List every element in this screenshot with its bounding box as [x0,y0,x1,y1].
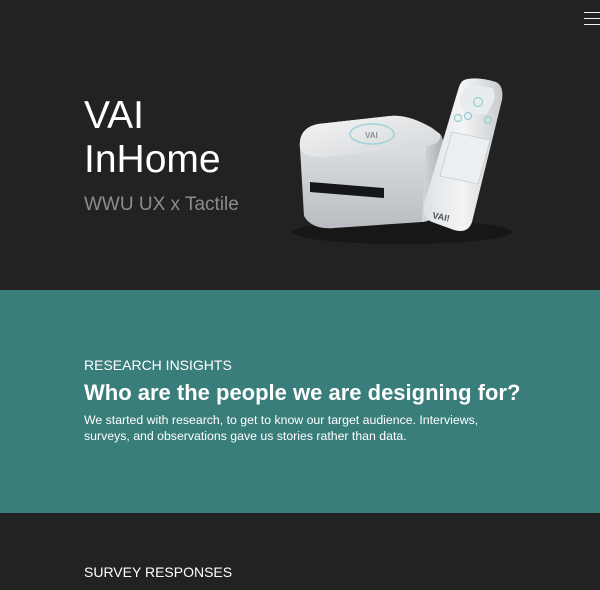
hero-subtitle: WWU UX x Tactile [84,194,239,215]
survey-section: SURVEY RESPONSES [0,513,600,590]
research-section: RESEARCH INSIGHTS Who are the people we … [0,290,600,513]
set-top-box: VAI [299,115,444,229]
hero-title: VAI InHome [84,94,221,182]
page: VAI InHome WWU UX x Tactile VAI VAI! RES… [0,0,600,590]
research-heading: Who are the people we are designing for? [84,380,521,405]
hamburger-menu-icon[interactable] [584,10,600,26]
research-eyebrow: RESEARCH INSIGHTS [84,357,232,373]
hero-section: VAI InHome WWU UX x Tactile VAI VAI! [0,0,600,290]
research-body: We started with research, to get to know… [84,413,479,443]
hero-title-line-1: VAI [84,94,144,137]
survey-title: SURVEY RESPONSES [84,564,233,580]
product-image: VAI VAI! [292,78,512,244]
hero-title-line-2: InHome [84,138,221,181]
box-logo: VAI [365,131,378,140]
